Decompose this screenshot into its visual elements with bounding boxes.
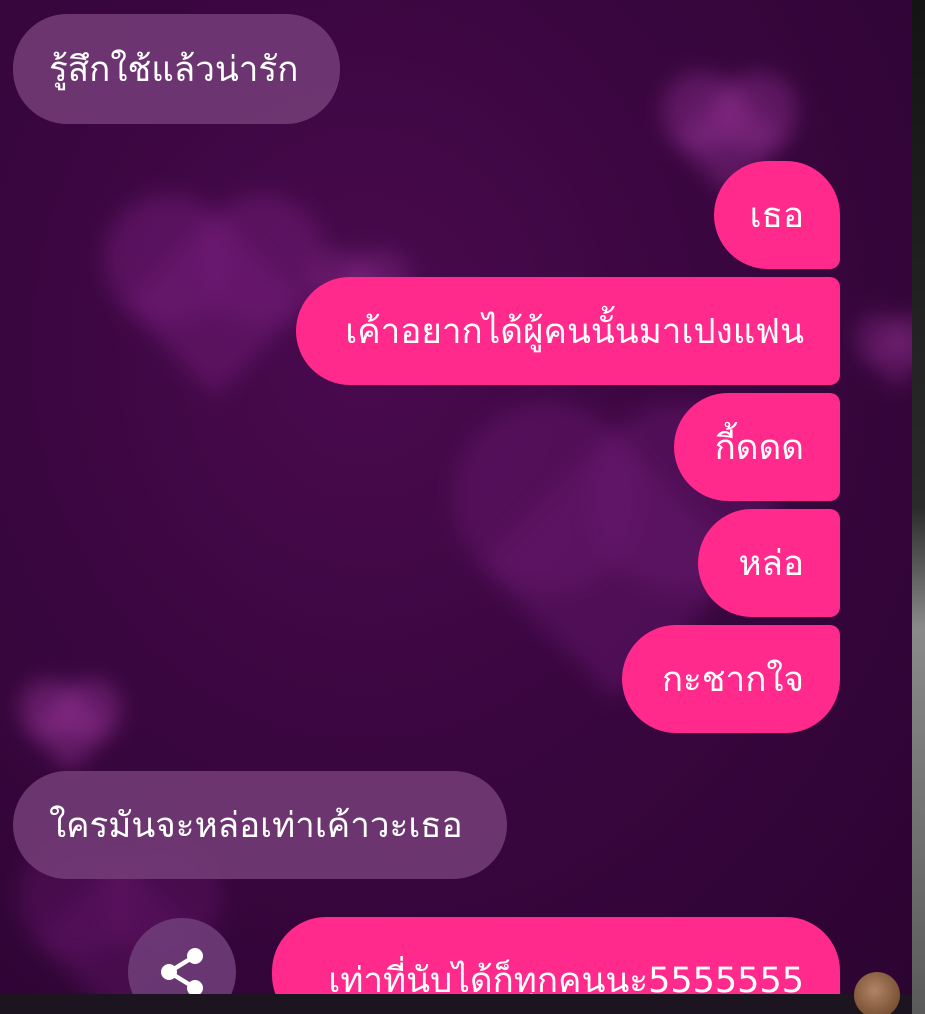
message-text: เค้าอยากได้ผู้คนนั้นมาเปงแฟน — [345, 311, 804, 352]
message-text: กี้ดดด — [714, 427, 804, 468]
message-bubble-outgoing[interactable]: เท่าที่นับได้ก็ทุกคนนะ5555555 — [272, 917, 840, 994]
message-bubble-outgoing[interactable]: กี้ดดด — [674, 393, 840, 501]
message-bubble-outgoing[interactable]: เค้าอยากได้ผู้คนนั้นมาเปงแฟน — [296, 277, 840, 385]
heart-decoration — [123, 213, 307, 397]
chat-area[interactable]: รู้สึกใช้แล้วน่ารัก เธอ เค้าอยากได้ผู้คน… — [0, 0, 912, 994]
message-bubble-incoming[interactable]: ใครมันจะหล่อเท่าเค้าวะเธอ — [13, 771, 507, 879]
message-bubble-outgoing[interactable]: กะชากใจ — [622, 625, 840, 733]
message-text: เท่าที่นับได้ก็ทุกคนนะ5555555 — [328, 961, 804, 994]
message-text: กะชากใจ — [661, 659, 804, 700]
message-bubble-incoming[interactable]: รู้สึกใช้แล้วน่ารัก — [13, 14, 340, 124]
heart-decoration — [27, 687, 113, 773]
bottom-bar — [0, 994, 912, 1014]
message-bubble-outgoing[interactable]: เธอ — [714, 161, 840, 269]
share-icon — [161, 948, 203, 994]
message-text: รู้สึกใช้แล้วน่ารัก — [49, 49, 299, 90]
message-text: ใครมันจะหล่อเท่าเค้าวะเธอ — [49, 805, 463, 846]
message-bubble-outgoing[interactable]: หล่อ — [698, 509, 840, 617]
heart-decoration — [861, 319, 912, 391]
background-window-edge — [912, 0, 925, 1014]
avatar[interactable] — [854, 972, 900, 1014]
message-text: หล่อ — [738, 543, 804, 584]
message-text: เธอ — [749, 195, 804, 236]
